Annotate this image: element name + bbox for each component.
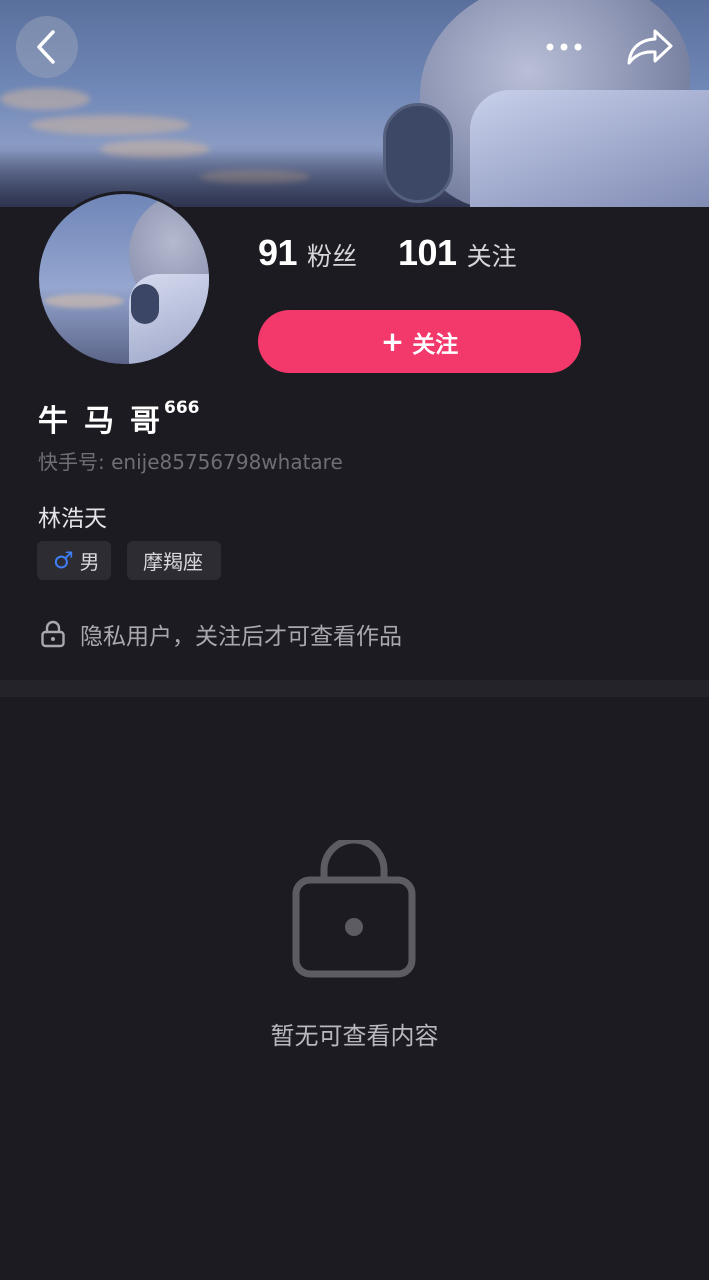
share-arrow-icon bbox=[627, 29, 673, 65]
bio-text: 林浩天 bbox=[38, 506, 107, 532]
back-button[interactable] bbox=[16, 16, 78, 78]
empty-state-text: 暂无可查看内容 bbox=[270, 1022, 439, 1050]
following-count: 101 bbox=[398, 232, 457, 273]
zodiac-tag: 摩羯座 bbox=[127, 541, 221, 580]
privacy-notice: 隐私用户，关注后才可查看作品 bbox=[40, 617, 402, 651]
more-dots-icon bbox=[546, 43, 582, 51]
fans-count: 91 bbox=[258, 232, 298, 273]
nickname-superscript: 666 bbox=[164, 398, 200, 418]
gender-label: 男 bbox=[79, 550, 100, 574]
male-icon: ♂ bbox=[53, 547, 74, 574]
privacy-text: 隐私用户，关注后才可查看作品 bbox=[80, 624, 402, 650]
fans-label: 粉丝 bbox=[307, 242, 358, 271]
fans-stat[interactable]: 91 粉丝 bbox=[258, 232, 357, 274]
gender-tag: ♂ 男 bbox=[37, 541, 111, 580]
zodiac-label: 摩羯座 bbox=[143, 550, 203, 574]
share-button[interactable] bbox=[622, 20, 678, 74]
lock-icon bbox=[292, 840, 416, 978]
lock-icon bbox=[41, 620, 65, 648]
profile-page: 91 粉丝 101 关注 + 关注 牛马哥 666 快手号: enije8575… bbox=[0, 0, 709, 1280]
following-label: 关注 bbox=[466, 242, 517, 271]
section-divider bbox=[0, 680, 709, 697]
nickname-text: 牛马哥 bbox=[38, 404, 176, 439]
plus-icon: + bbox=[380, 325, 405, 358]
follow-button[interactable]: + 关注 bbox=[258, 310, 581, 373]
more-button[interactable] bbox=[536, 24, 592, 70]
nickname: 牛马哥 666 bbox=[38, 396, 200, 440]
avatar[interactable] bbox=[36, 191, 212, 367]
follow-button-label: 关注 bbox=[412, 331, 459, 358]
chevron-left-icon bbox=[37, 30, 55, 64]
user-id[interactable]: 快手号: enije85756798whatare bbox=[38, 446, 343, 475]
profile-banner-image bbox=[0, 0, 709, 207]
following-stat[interactable]: 101 关注 bbox=[398, 232, 517, 274]
